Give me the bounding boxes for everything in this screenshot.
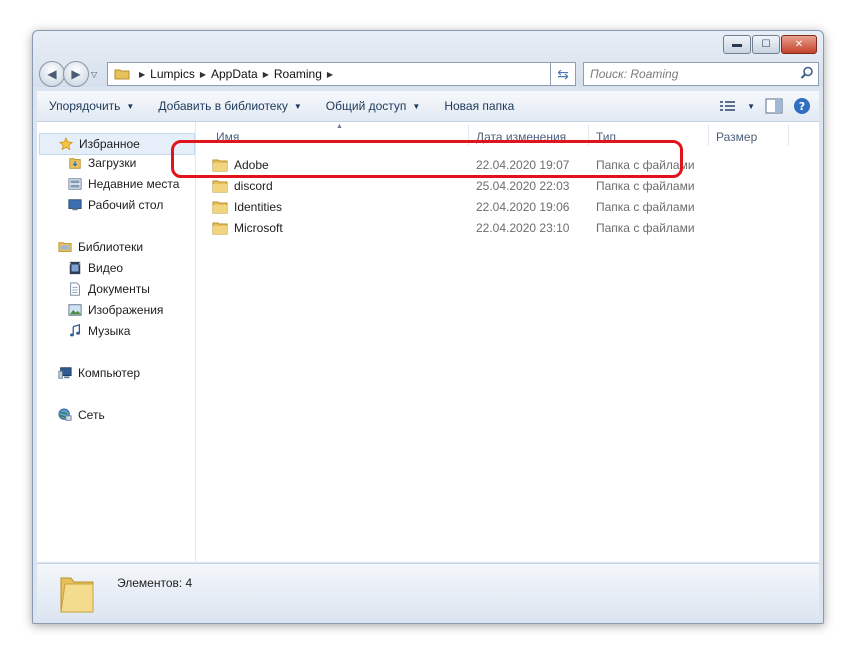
navigation-buttons: ◀ ▶ ▽ xyxy=(39,61,97,87)
folder-large-icon xyxy=(60,577,94,613)
caption-buttons: ▬ ☐ ✕ xyxy=(723,35,817,54)
chevron-down-icon: ▼ xyxy=(412,101,421,111)
file-name: Microsoft xyxy=(234,221,283,235)
file-date: 22.04.2020 23:10 xyxy=(476,221,570,235)
svg-text:?: ? xyxy=(799,100,805,113)
nav-network-label: Сеть xyxy=(78,408,105,422)
nav-network[interactable]: Сеть xyxy=(57,408,105,422)
nav-music-label: Музыка xyxy=(88,324,131,338)
refresh-button[interactable]: ⇆ xyxy=(550,62,576,86)
nav-libraries[interactable]: Библиотеки xyxy=(57,240,143,254)
navigation-pane: Избранное Загрузки Недавние места Рабочи… xyxy=(37,122,196,562)
file-list: ▲ Имя Дата изменения Тип Размер Adobe 22… xyxy=(196,122,819,562)
nav-desktop[interactable]: Рабочий стол xyxy=(67,198,163,212)
nav-music[interactable]: Музыка xyxy=(67,324,130,338)
libraries-icon xyxy=(58,242,72,252)
music-icon xyxy=(70,324,81,337)
breadcrumb-separator[interactable]: ▶ xyxy=(327,70,333,79)
file-type: Папка с файлами xyxy=(596,200,695,214)
search-icon[interactable] xyxy=(800,66,814,80)
desktop-icon xyxy=(68,199,82,211)
title-bar: ▬ ☐ ✕ ◀ ▶ ▽ ▶ Lumpics ▶ AppData ▶ Roamin… xyxy=(33,31,823,87)
nav-favorites-label: Избранное xyxy=(79,137,140,151)
nav-desktop-label: Рабочий стол xyxy=(88,198,164,212)
arrow-left-icon: ◀ xyxy=(47,67,57,81)
documents-icon xyxy=(70,282,80,296)
toolbar-right: ▼ ? xyxy=(719,97,811,115)
add-to-library-menu[interactable]: Добавить в библиотеку ▼ xyxy=(146,99,313,113)
network-icon xyxy=(58,408,72,421)
nav-libraries-label: Библиотеки xyxy=(78,240,144,254)
address-bar[interactable]: ▶ Lumpics ▶ AppData ▶ Roaming ▶ ▼ xyxy=(107,62,576,86)
search-input[interactable] xyxy=(588,66,792,82)
search-box[interactable] xyxy=(583,62,819,86)
nav-documents[interactable]: Документы xyxy=(67,282,150,296)
column-divider[interactable] xyxy=(788,124,789,146)
nav-computer[interactable]: Компьютер xyxy=(57,366,140,380)
breadcrumb-separator[interactable]: ▶ xyxy=(200,70,206,79)
downloads-icon xyxy=(69,158,81,169)
view-options-icon[interactable] xyxy=(719,99,737,113)
maximize-button[interactable]: ☐ xyxy=(752,35,780,54)
explorer-window: ▬ ☐ ✕ ◀ ▶ ▽ ▶ Lumpics ▶ AppData ▶ Roamin… xyxy=(32,30,824,624)
nav-downloads[interactable]: Загрузки xyxy=(67,156,136,170)
video-icon xyxy=(69,261,81,275)
column-divider[interactable] xyxy=(708,124,709,146)
star-icon xyxy=(58,137,74,151)
view-dropdown-icon[interactable]: ▼ xyxy=(747,102,755,111)
nav-video-label: Видео xyxy=(88,261,124,275)
command-bar: Упорядочить ▼ Добавить в библиотеку ▼ Общи… xyxy=(37,91,819,122)
nav-documents-label: Документы xyxy=(88,282,150,296)
forward-button[interactable]: ▶ xyxy=(63,61,89,87)
recent-pages-dropdown[interactable]: ▽ xyxy=(91,70,97,79)
refresh-icon: ⇆ xyxy=(557,65,569,82)
nav-downloads-label: Загрузки xyxy=(88,156,137,170)
new-folder-label: Новая папка xyxy=(444,99,515,113)
file-date: 25.04.2020 22:03 xyxy=(476,179,570,193)
computer-icon xyxy=(58,367,72,379)
file-type: Папка с файлами xyxy=(596,221,695,235)
help-icon[interactable]: ? xyxy=(793,97,811,115)
folder-icon xyxy=(212,222,228,235)
recent-places-icon xyxy=(68,178,82,190)
back-button[interactable]: ◀ xyxy=(39,61,65,87)
nav-video[interactable]: Видео xyxy=(67,261,123,275)
organize-menu[interactable]: Упорядочить ▼ xyxy=(37,99,146,113)
pictures-icon xyxy=(68,304,82,316)
breadcrumb-roaming[interactable]: Roaming xyxy=(274,67,322,81)
breadcrumb-lumpics[interactable]: Lumpics xyxy=(150,67,195,81)
column-header-size[interactable]: Размер xyxy=(716,130,757,144)
nav-pictures-label: Изображения xyxy=(88,303,164,317)
sort-ascending-icon: ▲ xyxy=(336,123,343,130)
content-area: Избранное Загрузки Недавние места Рабочи… xyxy=(37,122,819,562)
nav-recent-places-label: Недавние места xyxy=(88,177,180,191)
chevron-down-icon: ▼ xyxy=(293,101,302,111)
highlight-annotation xyxy=(171,140,683,178)
folder-icon xyxy=(212,201,228,214)
close-button[interactable]: ✕ xyxy=(781,35,817,54)
nav-computer-label: Компьютер xyxy=(78,366,141,380)
details-pane: Элементов: 4 xyxy=(37,563,819,618)
new-folder-button[interactable]: Новая папка xyxy=(432,99,526,113)
folder-icon xyxy=(114,69,130,80)
breadcrumb-separator[interactable]: ▶ xyxy=(139,70,145,79)
share-menu[interactable]: Общий доступ ▼ xyxy=(314,99,433,113)
arrow-right-icon: ▶ xyxy=(71,67,81,81)
items-count: Элементов: 4 xyxy=(117,576,193,590)
file-date: 22.04.2020 19:06 xyxy=(476,200,570,214)
share-label: Общий доступ xyxy=(325,99,407,113)
folder-icon xyxy=(212,180,228,193)
file-name: Identities xyxy=(234,200,283,214)
file-name: discord xyxy=(234,179,273,193)
breadcrumb-appdata[interactable]: AppData xyxy=(211,67,258,81)
nav-recent-places[interactable]: Недавние места xyxy=(67,177,179,191)
nav-pictures[interactable]: Изображения xyxy=(67,303,163,317)
breadcrumb-separator[interactable]: ▶ xyxy=(263,70,269,79)
organize-label: Упорядочить xyxy=(49,99,121,113)
add-to-library-label: Добавить в библиотеку xyxy=(158,99,288,113)
file-type: Папка с файлами xyxy=(596,179,695,193)
preview-pane-icon[interactable] xyxy=(765,98,783,114)
minimize-button[interactable]: ▬ xyxy=(723,35,751,54)
chevron-down-icon: ▼ xyxy=(126,101,135,111)
